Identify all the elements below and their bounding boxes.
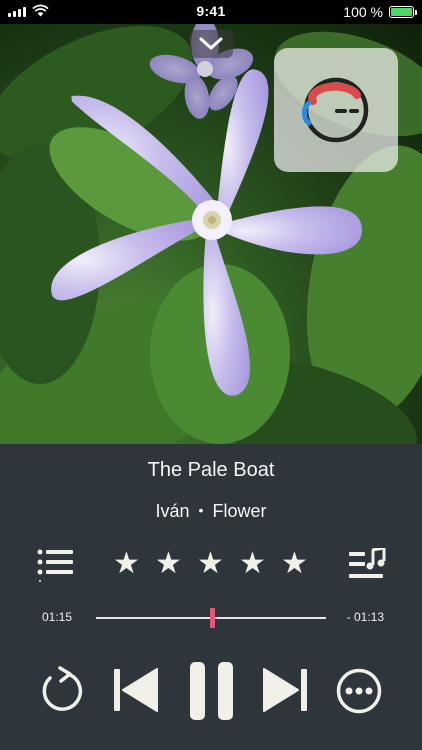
progress-thumb[interactable]	[210, 608, 216, 628]
play-pause-button[interactable]	[188, 660, 236, 722]
queue-list-icon	[37, 549, 73, 582]
rating-star-2[interactable]: ★	[152, 547, 185, 580]
rating-stars: ★ ★ ★ ★ ★	[110, 547, 311, 580]
album-artwork	[0, 24, 422, 444]
chevron-down-icon	[199, 37, 223, 50]
battery-percent: 100 %	[343, 4, 383, 20]
more-options-button[interactable]	[336, 668, 382, 714]
track-title: The Pale Boat	[147, 459, 275, 481]
remaining-time: - 01:13	[346, 610, 384, 624]
battery-icon	[389, 6, 417, 18]
dismiss-player-button[interactable]	[189, 30, 233, 58]
rating-star-5[interactable]: ★	[278, 547, 311, 580]
repeat-button[interactable]	[40, 666, 84, 712]
rating-star-3[interactable]: ★	[194, 547, 227, 580]
previous-track-icon	[114, 668, 158, 712]
rating-star-1[interactable]: ★	[110, 547, 143, 580]
elapsed-time: 01:15	[42, 610, 73, 624]
previous-track-button[interactable]	[113, 667, 159, 713]
more-options-icon	[336, 668, 382, 714]
pause-icon	[190, 662, 233, 720]
app-logo-badge[interactable]	[274, 48, 398, 172]
next-track-icon	[263, 668, 307, 712]
next-track-button[interactable]	[262, 667, 308, 713]
app-logo-face-icon	[302, 77, 369, 143]
queue-button[interactable]	[37, 548, 75, 582]
track-meta: Iván • Flower	[0, 501, 422, 522]
progress-slider[interactable]	[96, 608, 326, 628]
track-artist[interactable]: Iván	[156, 501, 190, 521]
meta-separator: •	[198, 502, 204, 518]
lyrics-button[interactable]	[348, 546, 386, 582]
track-album[interactable]: Flower	[212, 501, 266, 521]
lyrics-icon	[349, 546, 386, 578]
status-bar: 9:41 100 %	[0, 0, 422, 24]
repeat-icon	[42, 666, 83, 711]
rating-star-4[interactable]: ★	[236, 547, 269, 580]
